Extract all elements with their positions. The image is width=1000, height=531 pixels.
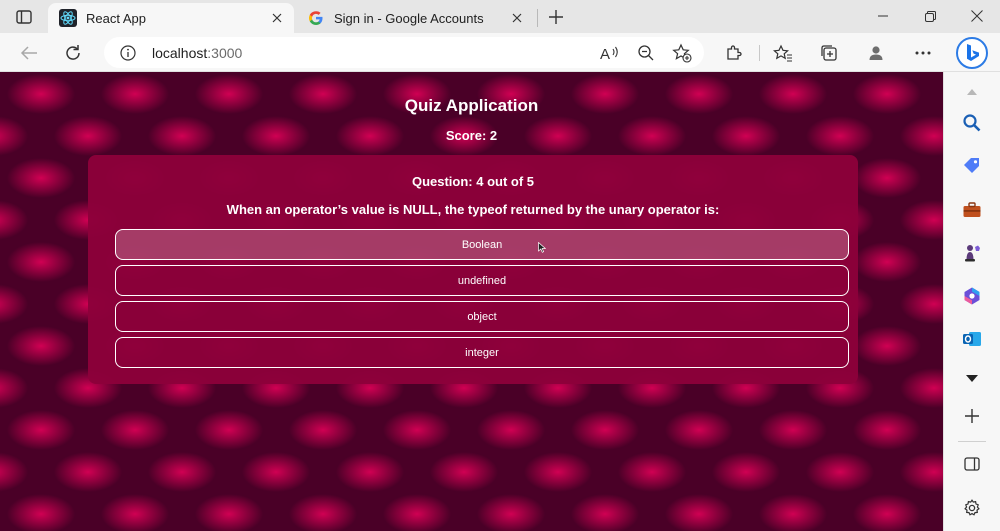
toolbar: localhost:3000 A (0, 33, 1000, 72)
minimize-button[interactable] (860, 0, 906, 32)
sidebar-scroll-up-button[interactable] (958, 78, 986, 106)
close-icon (971, 10, 983, 22)
bing-copilot-button[interactable] (955, 36, 989, 70)
toolbar-divider (759, 45, 760, 61)
question-counter: Question: 4 out of 5 (411, 174, 535, 189)
zoom-out-icon[interactable] (634, 41, 658, 65)
answer-option-boolean[interactable]: Boolean (115, 229, 849, 260)
sidebar-shopping-button[interactable] (958, 152, 986, 180)
sidebar-divider (958, 441, 986, 442)
restore-button[interactable] (907, 0, 953, 32)
microsoft365-icon (964, 287, 980, 305)
answer-option-undefined[interactable]: undefined (115, 265, 849, 296)
answer-option-integer[interactable]: integer (115, 337, 849, 368)
favorites-button[interactable] (768, 38, 798, 68)
close-tab-button[interactable] (506, 7, 528, 29)
google-icon (307, 9, 325, 27)
sidebar-tools-button[interactable] (958, 196, 986, 224)
question-text: When an operator’s value is NULL, the ty… (226, 202, 720, 217)
collections-icon (821, 45, 837, 61)
tab-divider (537, 9, 538, 27)
url-port: :3000 (207, 45, 243, 61)
tab-title: React App (86, 10, 146, 26)
tab-title: Sign in - Google Accounts (334, 10, 484, 26)
quiz-page: Quiz Application Score: 2 Question: 4 ou… (0, 72, 943, 531)
site-info-icon[interactable] (118, 43, 138, 63)
url-text[interactable]: localhost:3000 (152, 45, 242, 61)
sidebar-settings-button[interactable] (958, 494, 986, 522)
extensions-button[interactable] (719, 38, 749, 68)
shopping-tag-icon (964, 158, 979, 173)
tab-strip: React App Sign in - Google Accounts (0, 0, 1000, 33)
back-button[interactable] (14, 38, 44, 68)
tab-react-app[interactable]: React App (48, 3, 294, 33)
hide-sidebar-button[interactable] (958, 450, 986, 478)
sidebar-add-button[interactable] (958, 402, 986, 430)
tab-actions-icon (16, 10, 32, 24)
score-text: Score: 2 (445, 128, 498, 143)
close-icon (272, 13, 282, 23)
chevron-down-icon (966, 375, 978, 382)
svg-text:A: A (600, 46, 610, 61)
back-arrow-icon (20, 46, 37, 60)
close-window-button[interactable] (954, 0, 1000, 32)
sidebar-panel-icon (964, 457, 980, 471)
refresh-icon (66, 45, 80, 60)
restore-icon (924, 10, 936, 22)
new-tab-button[interactable] (543, 5, 569, 29)
url-host: localhost (152, 45, 208, 61)
collections-button[interactable] (814, 38, 844, 68)
search-icon (963, 114, 981, 132)
sidebar-games-button[interactable] (958, 239, 986, 267)
edge-sidebar (943, 72, 1000, 531)
gear-icon (964, 499, 980, 516)
profile-button[interactable] (861, 38, 891, 68)
settings-more-button[interactable] (908, 38, 938, 68)
page-title: Quiz Application (404, 96, 539, 115)
plus-icon (549, 10, 563, 24)
tab-actions-button[interactable] (10, 6, 38, 28)
chevron-up-icon (967, 89, 977, 95)
read-aloud-icon[interactable]: A (598, 41, 622, 65)
sidebar-microsoft365-button[interactable] (958, 282, 986, 310)
close-icon (512, 13, 522, 23)
react-icon (59, 9, 77, 27)
puzzle-icon (727, 45, 742, 60)
add-favorite-icon[interactable] (670, 41, 694, 65)
favorites-icon (773, 44, 792, 62)
tab-google-sign-in[interactable]: Sign in - Google Accounts (296, 3, 534, 33)
more-icon (915, 51, 931, 55)
refresh-button[interactable] (58, 38, 88, 68)
sidebar-search-button[interactable] (958, 109, 986, 137)
mouse-pointer-icon (538, 242, 546, 253)
chess-piece-icon (965, 245, 980, 262)
minimize-icon (878, 15, 888, 17)
answer-option-object[interactable]: object (115, 301, 849, 332)
avatar-icon (869, 46, 883, 60)
bing-icon (956, 37, 988, 69)
sidebar-more-apps-button[interactable] (958, 365, 986, 393)
outlook-icon (963, 332, 981, 346)
address-bar[interactable]: localhost:3000 A (104, 37, 704, 68)
sidebar-outlook-button[interactable] (958, 325, 986, 353)
close-tab-button[interactable] (266, 7, 288, 29)
question-card: Question: 4 out of 5 When an operator’s … (88, 155, 858, 384)
toolbox-icon (963, 202, 981, 217)
plus-icon (965, 409, 979, 423)
